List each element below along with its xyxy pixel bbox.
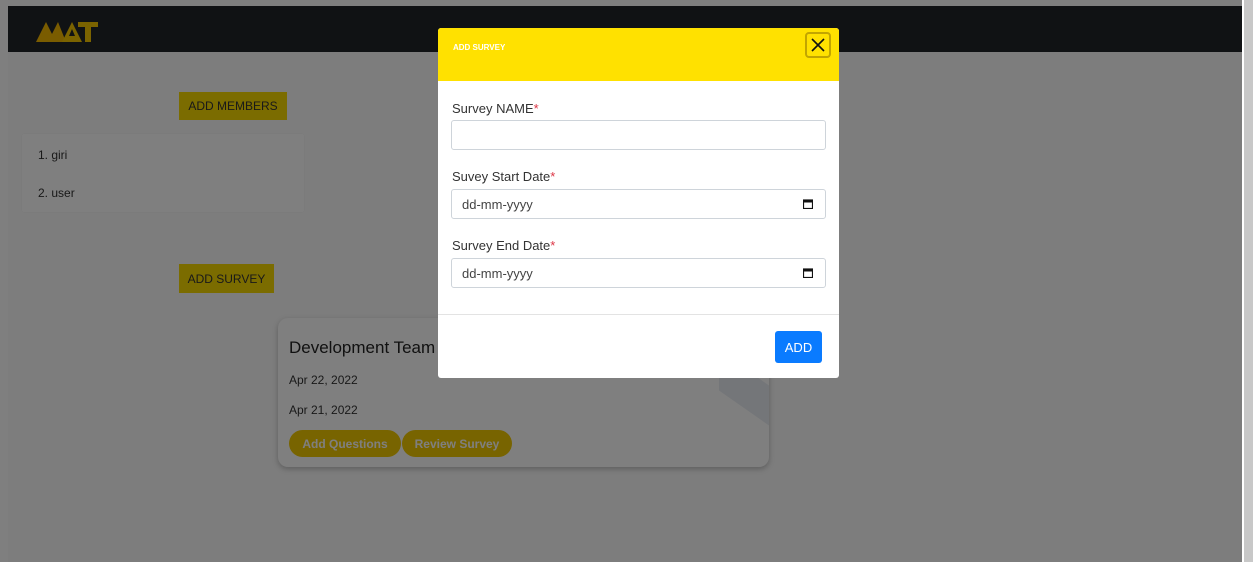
close-button[interactable] — [805, 32, 831, 58]
start-date-label-text: Suvey Start Date — [452, 169, 551, 184]
start-date-label: Suvey Start Date* — [452, 169, 555, 184]
required-mark: * — [550, 169, 556, 184]
end-date-placeholder: dd-mm-yyyy — [462, 266, 533, 281]
calendar-icon[interactable] — [803, 268, 813, 278]
modal-footer-divider — [438, 314, 839, 315]
required-mark: * — [550, 238, 556, 253]
calendar-icon[interactable] — [803, 199, 813, 209]
add-survey-modal: ADD SURVEY Survey NAME* Suvey Start Date… — [438, 28, 839, 378]
required-mark: * — [533, 101, 539, 116]
end-date-label-text: Survey End Date — [452, 238, 551, 253]
scrollbar[interactable] — [1242, 0, 1255, 562]
start-date-placeholder: dd-mm-yyyy — [462, 197, 533, 212]
end-date-input[interactable]: dd-mm-yyyy — [451, 258, 826, 288]
close-icon — [811, 38, 825, 52]
scrollbar-thumb[interactable] — [1244, 0, 1253, 562]
add-button[interactable]: ADD — [775, 331, 822, 363]
survey-name-label: Survey NAME* — [452, 101, 539, 116]
survey-name-input[interactable] — [451, 120, 826, 150]
end-date-label: Survey End Date* — [452, 238, 555, 253]
survey-name-label-text: Survey NAME — [452, 101, 534, 116]
modal-header: ADD SURVEY — [438, 28, 839, 81]
start-date-input[interactable]: dd-mm-yyyy — [451, 189, 826, 219]
modal-title: ADD SURVEY — [453, 43, 506, 52]
